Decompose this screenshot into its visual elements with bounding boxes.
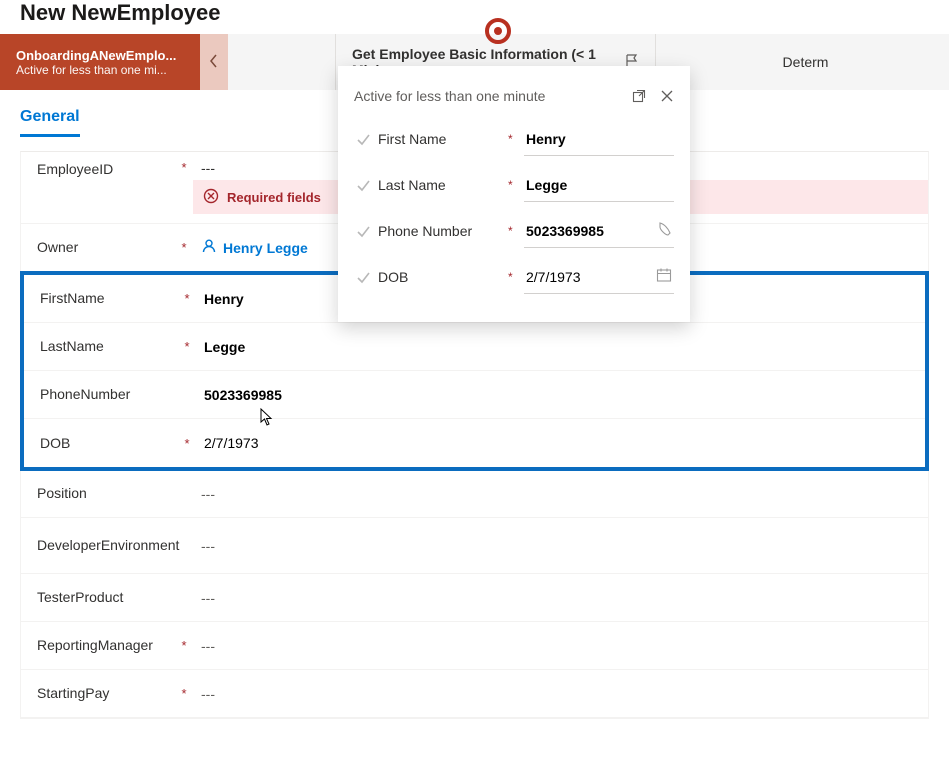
phone-icon [656, 221, 672, 240]
label-last-name: LastName [40, 337, 180, 355]
stage-onboarding-subtitle: Active for less than one mi... [16, 63, 184, 77]
value-developer-environment[interactable]: --- [191, 538, 912, 554]
stage-flyout: Active for less than one minute First Na… [338, 66, 690, 322]
field-phone-number: PhoneNumber [24, 371, 925, 419]
value-position[interactable]: --- [191, 486, 912, 502]
close-icon [660, 89, 674, 103]
required-marker: * [508, 270, 518, 284]
field-last-name: LastName * [24, 323, 925, 371]
field-position: Position --- [21, 470, 928, 518]
flyout-label-first-name: First Name [378, 131, 502, 147]
field-tester-product: TesterProduct --- [21, 574, 928, 622]
check-icon [354, 133, 372, 146]
validation-error-text: Required fields [227, 190, 321, 205]
stage-determine[interactable]: Determ [656, 34, 949, 90]
label-starting-pay: StartingPay [37, 684, 177, 702]
label-owner: Owner [37, 238, 177, 256]
stage-onboarding[interactable]: OnboardingANewEmplo... Active for less t… [0, 34, 200, 90]
required-marker: * [180, 291, 194, 306]
field-reporting-manager: ReportingManager * --- [21, 622, 928, 670]
label-position: Position [37, 484, 177, 502]
value-starting-pay[interactable]: --- [191, 686, 912, 702]
tab-general[interactable]: General [20, 108, 80, 137]
required-marker: * [180, 436, 194, 451]
check-icon [354, 179, 372, 192]
flyout-input-dob[interactable] [526, 269, 650, 285]
stage-blank [228, 34, 336, 90]
flyout-input-last-name[interactable] [526, 177, 672, 193]
popout-button[interactable] [632, 89, 646, 103]
input-phone-number[interactable] [204, 387, 909, 403]
input-dob[interactable] [204, 435, 909, 451]
required-marker: * [180, 339, 194, 354]
flyout-field-last-name: Last Name * [354, 162, 674, 208]
required-marker: * [177, 160, 191, 175]
flyout-label-dob: DOB [378, 269, 502, 285]
check-icon [354, 225, 372, 238]
label-reporting-manager: ReportingManager [37, 636, 177, 654]
required-marker: * [508, 224, 518, 238]
label-tester-product: TesterProduct [37, 588, 177, 606]
chevron-left-icon [209, 54, 219, 71]
field-dob: DOB * [24, 419, 925, 467]
label-phone-number: PhoneNumber [40, 385, 180, 403]
flyout-label-phone: Phone Number [378, 223, 502, 239]
value-tester-product[interactable]: --- [191, 590, 912, 606]
required-marker: * [177, 686, 191, 701]
flyout-field-dob: DOB * [354, 254, 674, 300]
phone-call-button[interactable] [656, 221, 672, 240]
required-marker: * [508, 132, 518, 146]
label-employee-id: EmployeeID [37, 160, 177, 178]
stage-collapse-button[interactable] [200, 34, 228, 90]
value-owner-text: Henry Legge [223, 240, 308, 256]
error-icon [203, 188, 219, 207]
required-marker: * [508, 178, 518, 192]
flyout-field-first-name: First Name * [354, 116, 674, 162]
value-employee-id-text: --- [201, 160, 215, 176]
flyout-input-first-name[interactable] [526, 131, 672, 147]
input-last-name[interactable] [204, 339, 909, 355]
close-button[interactable] [660, 89, 674, 103]
popout-icon [632, 89, 646, 103]
required-marker: * [177, 240, 191, 255]
flyout-field-phone: Phone Number * [354, 208, 674, 254]
person-icon [201, 238, 217, 257]
date-picker-button[interactable] [656, 267, 672, 286]
stage-onboarding-title: OnboardingANewEmplo... [16, 48, 184, 63]
required-marker: * [177, 638, 191, 653]
label-dob: DOB [40, 434, 180, 452]
page-title: New NewEmployee [0, 0, 949, 34]
flyout-label-last-name: Last Name [378, 177, 502, 193]
field-developer-environment: DeveloperEnvironment --- [21, 518, 928, 574]
label-developer-environment: DeveloperEnvironment [37, 536, 177, 554]
calendar-icon [656, 267, 672, 286]
field-starting-pay: StartingPay * --- [21, 670, 928, 718]
value-reporting-manager[interactable]: --- [191, 638, 912, 654]
stage-determine-label: Determ [783, 54, 829, 70]
flyout-input-phone[interactable] [526, 223, 650, 239]
check-icon [354, 271, 372, 284]
flyout-header: Active for less than one minute [354, 88, 545, 104]
label-first-name: FirstName [40, 289, 180, 307]
